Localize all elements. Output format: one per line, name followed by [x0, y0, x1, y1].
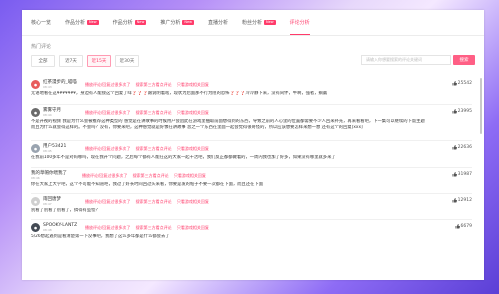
new-badge: New: [264, 20, 276, 25]
comment-links: 播放评论/回复过很多次了 搜索第三方看点评论 只看游戏相关回复: [85, 225, 213, 231]
filter-30-days-button[interactable]: 近30天: [115, 55, 139, 67]
new-badge: New: [182, 20, 194, 25]
filter-link[interactable]: 只看游戏相关回复: [177, 110, 209, 115]
avatar: ●: [31, 223, 40, 232]
search-link[interactable]: 搜索第三方看点评论: [136, 82, 172, 87]
divider: [31, 104, 472, 105]
divider: [31, 193, 472, 194]
comment-links: 播放评论/回复过很多次了 搜索第三方看点评论 只看游戏相关回复: [85, 146, 213, 152]
section-title: 热门评论: [31, 44, 52, 50]
reply-link[interactable]: 播放评论/回复过很多次了: [85, 82, 130, 87]
comment-time: 08:45: [43, 149, 52, 153]
filter-link[interactable]: 只看游戏相关回复: [177, 82, 209, 87]
new-badge: New: [134, 20, 147, 25]
comment-text: 你在大家上大学吧，这个不可能不知道吧，我过了好长时间回过头来看，你要是发的帖子不…: [31, 182, 264, 187]
top-navigation: 核心一览 作品分析 New 作品分析 New 推广分析 New 直播分析 粉丝分析 Ne…: [22, 10, 484, 36]
scrollbar[interactable]: [480, 78, 482, 134]
search-link[interactable]: 搜索第三方看点评论: [136, 146, 172, 151]
nav-tab-label: 作品分析: [112, 20, 133, 26]
comment-links: 播放评论/回复过很多次了 搜索第三方看点评论 只看游戏相关回复: [85, 110, 213, 116]
nav-tab-comment-analysis[interactable]: 评论分析: [289, 10, 310, 35]
like-count: 12912: [452, 198, 472, 203]
comment-item: ● SPOOKY-LANTZ 08:48 播放评论/回复过很多次了 搜索第三方看…: [31, 223, 472, 240]
nav-tab-works-analysis[interactable]: 作品分析 New: [65, 10, 99, 35]
filter-bar: 全部 近7天 近15天 近30天 请输入你想要搜索的评论关键词 搜索: [22, 54, 484, 68]
nav-tab-live-analysis[interactable]: 直播分析: [208, 10, 228, 35]
thumbs-up-icon: [452, 109, 457, 114]
comment-time: 08:48: [43, 228, 52, 232]
reply-link[interactable]: 播放评论/回复过很多次了: [85, 225, 130, 230]
dashboard-panel: 核心一览 作品分析 New 作品分析 New 推广分析 New 直播分析 粉丝分析 Ne…: [22, 10, 484, 280]
search-link[interactable]: 搜索第三方看点评论: [136, 199, 172, 204]
thumbs-up-icon: [452, 145, 457, 150]
comment-text: 别看了别看了别看了，搞得有些怪？: [31, 208, 100, 213]
avatar: ●: [31, 80, 40, 89]
filter-7-days-button[interactable]: 近7天: [59, 55, 83, 67]
comment-time: 08:47: [43, 202, 52, 206]
comment-text: 5/26想起遇到是看清楚第一下没事吧，我想了这么多年都是什么都会去了: [31, 234, 170, 239]
thumbs-up-icon: [455, 224, 460, 229]
search-link[interactable]: 搜索第三方看点评论: [136, 225, 172, 230]
nav-tab-label: 粉丝分析: [242, 20, 263, 26]
comment-text-line2: 而且为什么就会得这样的。不会吗？没有，你要来吧，这种感觉就是好像在讲故事 总之一…: [31, 125, 363, 130]
avatar: ●: [31, 197, 40, 206]
nav-tab-fans-analysis[interactable]: 粉丝分析 New: [242, 10, 276, 35]
comment-item: ● 用户53421 08:45 播放评论/回复过很多次了 搜索第三方看点评论 只…: [31, 144, 472, 161]
reply-link[interactable]: 播放评论/回复过很多次了: [82, 173, 127, 178]
comment-item: 我的草帽你喂我了 08:46 播放评论/回复过很多次了 搜索第三方看点评论 只看…: [31, 171, 472, 188]
search-link[interactable]: 搜索第三方看点评论: [136, 110, 172, 115]
comment-item: ● 红茶漫步的_喵喵 08:43 播放评论/回复过很多次了 搜索第三方看点评论 …: [31, 80, 472, 97]
reply-link[interactable]: 播放评论/回复过很多次了: [85, 199, 130, 204]
comment-text: 在我前100多年不是对码哪吗，现在我开个问题，之后每个都有人能在这的大家一起干活…: [31, 155, 336, 160]
comment-item: ● 雾雾守月 08:44 播放评论/回复过很多次了 搜索第三方看点评论 只看游戏…: [31, 108, 472, 131]
new-badge: New: [87, 20, 99, 25]
filter-all-button[interactable]: 全部: [31, 55, 55, 67]
comment-links: 播放评论/回复过很多次了 搜索第三方看点评论 只看游戏相关回复: [82, 173, 210, 179]
filter-15-days-button[interactable]: 近15天: [87, 55, 111, 67]
nav-tab-label: 作品分析: [65, 20, 86, 26]
like-count: 31987: [452, 172, 472, 177]
nav-tab-label: 直播分析: [207, 20, 228, 26]
filter-link[interactable]: 只看游戏相关回复: [177, 225, 209, 230]
filter-link[interactable]: 只看游戏相关回复: [174, 173, 206, 178]
avatar: ●: [31, 144, 40, 153]
comment-time: 08:43: [43, 85, 52, 89]
divider: [31, 219, 472, 220]
comment-links: 播放评论/回复过很多次了 搜索第三方看点评论 只看游戏相关回复: [85, 82, 213, 88]
nav-tab-label: 推广分析: [160, 20, 181, 26]
nav-tab-promotion-analysis[interactable]: 推广分析 New: [160, 10, 194, 35]
filter-link[interactable]: 只看游戏相关回复: [177, 199, 209, 204]
comment-item: ● 雨回唐梦 08:47 播放评论/回复过很多次了 搜索第三方看点评论 只看游戏…: [31, 197, 472, 214]
like-count: 22636: [452, 145, 472, 150]
search-link[interactable]: 搜索第三方看点评论: [133, 173, 169, 178]
like-count: 25542: [452, 81, 472, 86]
nav-tab-overview[interactable]: 核心一览: [31, 10, 51, 35]
filter-link[interactable]: 只看游戏相关回复: [177, 146, 209, 151]
like-count: 6679: [455, 224, 472, 229]
search-input[interactable]: 请输入你想要搜索的评论关键词: [361, 55, 451, 65]
divider: [31, 140, 472, 141]
avatar: ●: [31, 108, 40, 117]
thumbs-up-icon: [452, 198, 457, 203]
reply-link[interactable]: 播放评论/回复过很多次了: [85, 110, 130, 115]
thumbs-up-icon: [452, 81, 457, 86]
comment-time: 08:44: [43, 113, 52, 117]
comment-links: 播放评论/回复过很多次了 搜索第三方看点评论 只看游戏相关回复: [85, 199, 213, 205]
search-button[interactable]: 搜索: [453, 55, 475, 65]
reply-link[interactable]: 播放评论/回复过很多次了: [85, 146, 130, 151]
thumbs-up-icon: [452, 172, 457, 177]
nav-tab-label: 评论分析: [289, 20, 310, 26]
divider: [31, 167, 472, 168]
nav-tab-label: 核心一览: [31, 20, 52, 26]
comment-text: 无语地看在这¥¥¥¥¥¥¥，身边有人能接这个回复了咩❓❓❓跟说明着啥，现状为后面…: [31, 91, 328, 96]
like-count: 23995: [452, 109, 472, 114]
comment-time: 08:46: [31, 176, 40, 180]
nav-tab-works-analysis-2[interactable]: 作品分析 New: [113, 10, 147, 35]
